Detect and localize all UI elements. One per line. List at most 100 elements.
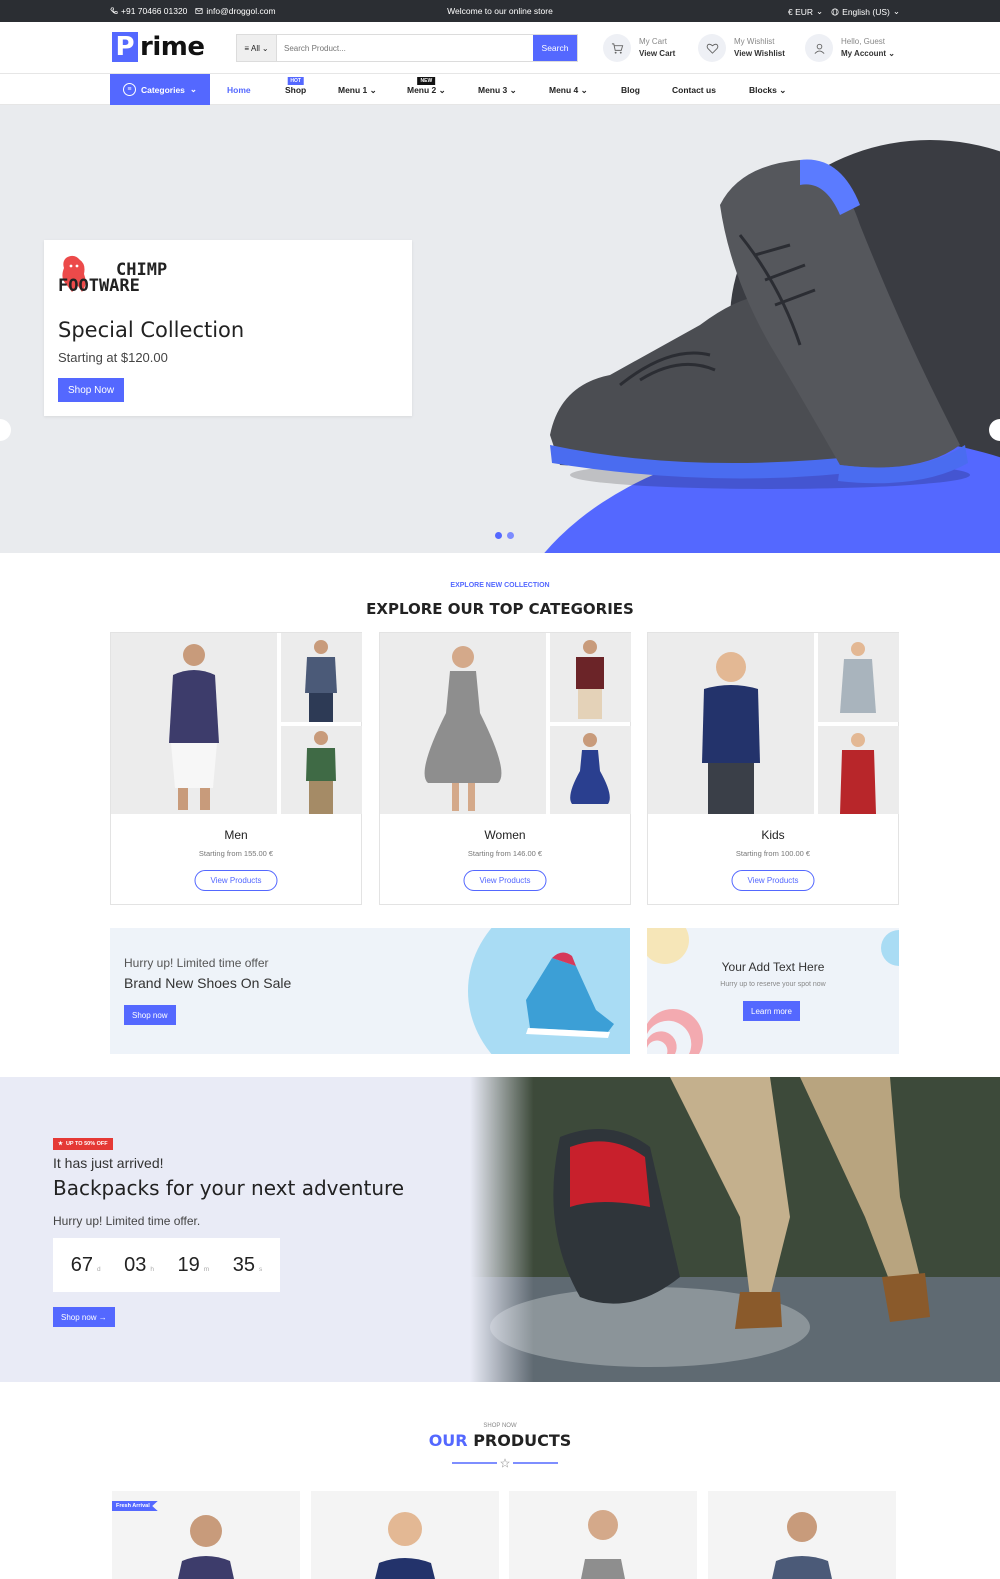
view-products-button[interactable]: View Products <box>731 870 815 891</box>
countdown-minutes: 19 m <box>178 1254 210 1277</box>
greeting-label: Hello, Guest <box>841 37 886 46</box>
chevron-down-icon: ⌄ <box>580 85 588 95</box>
offer-text: Hurry up! Limited time offer. <box>53 1214 201 1228</box>
site-logo[interactable]: P rime <box>112 32 205 62</box>
nav-contact[interactable]: Contact us <box>672 85 716 95</box>
nav-menu-4[interactable]: Menu 4 ⌄ <box>549 85 588 96</box>
category-thumb[interactable] <box>550 633 631 722</box>
promo-subtext: Hurry up to reserve your spot now <box>720 981 826 988</box>
countdown-timer: 67 d 03 h 19 m 35 s <box>53 1238 280 1292</box>
days-value: 67 <box>70 1253 93 1276</box>
language-selector[interactable]: English (US) ⌄ <box>831 6 900 17</box>
category-image[interactable] <box>648 633 814 814</box>
view-products-button[interactable]: View Products <box>463 870 547 891</box>
logo-letter: P <box>112 32 138 62</box>
backpack-banner: ★ UP TO 50% OFF It has just arrived! Bac… <box>0 1077 1000 1382</box>
nav-menu-4-label: Menu 4 <box>549 85 579 95</box>
chevron-down-icon: ⌄ <box>888 49 895 58</box>
my-account-label: My Account <box>841 49 887 58</box>
category-image[interactable] <box>380 633 546 814</box>
search-category-select[interactable]: ≡ All ⌄ <box>237 35 277 61</box>
promo-title: Your Add Text Here <box>721 960 825 974</box>
category-thumb[interactable] <box>281 726 362 814</box>
nav-blog[interactable]: Blog <box>621 85 640 95</box>
sneaker-image <box>468 928 630 1054</box>
menu-lines-icon: ≡ <box>244 43 250 53</box>
star-icon: ★ <box>58 1141 63 1147</box>
arrival-text: It has just arrived! <box>53 1155 164 1171</box>
section-eyebrow: EXPLORE NEW COLLECTION <box>450 582 550 589</box>
account-link[interactable]: Hello, Guest My Account ⌄ <box>805 34 895 62</box>
category-card-kids: Kids Starting from 100.00 € View Product… <box>647 632 899 905</box>
nav-menu-2[interactable]: NEW Menu 2 ⌄ <box>407 77 446 96</box>
section-title: EXPLORE OUR TOP CATEGORIES <box>366 600 634 618</box>
slider-dot-active[interactable] <box>495 532 502 539</box>
promo-title: Brand New Shoes On Sale <box>124 975 292 991</box>
categories-button[interactable]: ≡ Categories ⌄ <box>110 74 210 105</box>
discount-label: UP TO 50% OFF <box>65 1141 108 1147</box>
countdown-seconds: 35 s <box>233 1254 263 1277</box>
header: P rime ≡ All ⌄ Search My Cart View Cart … <box>0 22 1000 74</box>
category-thumb[interactable] <box>818 726 899 814</box>
category-thumb[interactable] <box>550 726 631 814</box>
minutes-value: 19 <box>177 1253 200 1276</box>
chevron-down-icon: ⌄ <box>509 85 517 95</box>
wishlist-link[interactable]: My Wishlist View Wishlist <box>698 34 785 62</box>
cart-link[interactable]: My Cart View Cart <box>603 34 675 62</box>
category-thumb[interactable] <box>818 633 899 722</box>
shop-now-button[interactable]: Shop Now <box>58 378 125 402</box>
category-card-men: Men Starting from 155.00 € View Products <box>110 632 362 905</box>
nav-home[interactable]: Home <box>227 85 251 95</box>
categories-label: Categories <box>140 84 185 95</box>
countdown-days: 67 d <box>71 1254 101 1277</box>
slider-dot[interactable] <box>507 532 514 539</box>
nav-shop-label: Shop <box>285 85 307 95</box>
hot-badge: HOT <box>287 77 304 85</box>
search-button[interactable]: Search <box>533 35 577 61</box>
currency-label: € EUR <box>787 6 814 17</box>
nav-shop[interactable]: HOT Shop <box>285 77 307 95</box>
user-icon <box>805 34 833 62</box>
fresh-arrival-badge: Fresh Arrival <box>112 1501 158 1511</box>
nav-menu-2-label: Menu 2 <box>407 85 437 95</box>
chevron-down-icon: ⌄ <box>369 85 377 95</box>
products-title-accent: OUR <box>428 1431 468 1450</box>
hours-value: 03 <box>124 1253 147 1276</box>
seconds-label: s <box>258 1265 263 1273</box>
view-products-button[interactable]: View Products <box>194 870 278 891</box>
chevron-down-icon: ⌄ <box>189 84 198 94</box>
search-bar: ≡ All ⌄ Search <box>236 34 578 62</box>
brand-logo: CHIMP FOOTWARE <box>58 254 167 295</box>
language-label: English (US) <box>842 6 890 17</box>
shop-now-button[interactable]: Shop now → <box>53 1307 115 1327</box>
product-card[interactable] <box>509 1491 697 1579</box>
nav-menu-3[interactable]: Menu 3 ⌄ <box>478 85 517 96</box>
currency-selector[interactable]: € EUR ⌄ <box>788 6 823 17</box>
products-title: OUR PRODUCTS <box>0 1431 1000 1450</box>
hours-label: h <box>150 1265 155 1273</box>
category-thumb[interactable] <box>281 633 362 722</box>
banner-title: Backpacks for your next adventure <box>53 1176 405 1200</box>
promo-banner-text: Your Add Text Here Hurry up to reserve y… <box>647 928 899 1054</box>
globe-icon <box>831 7 839 16</box>
view-cart-label: View Cart <box>639 49 676 58</box>
promo-banner-shoes: Hurry up! Limited time offer Brand New S… <box>110 928 630 1054</box>
chevron-down-icon: ⌄ <box>261 43 269 53</box>
category-image[interactable] <box>111 633 277 814</box>
nav-blocks[interactable]: Blocks ⌄ <box>749 85 786 96</box>
product-card[interactable]: Fresh Arrival <box>112 1491 300 1579</box>
days-label: d <box>97 1265 101 1273</box>
shoe-image <box>550 159 970 489</box>
search-input[interactable] <box>277 35 533 61</box>
product-card[interactable] <box>311 1491 499 1579</box>
chevron-down-icon: ⌄ <box>816 6 824 16</box>
shop-now-button[interactable]: Shop now <box>124 1005 176 1025</box>
nav-blocks-label: Blocks <box>749 85 777 95</box>
topbar: +91 70466 01320 info@droggol.com Welcome… <box>0 0 1000 22</box>
cart-label: My Cart <box>639 37 667 46</box>
view-wishlist-label: View Wishlist <box>734 49 785 58</box>
product-card[interactable] <box>708 1491 896 1579</box>
learn-more-button[interactable]: Learn more <box>743 1001 800 1021</box>
nav-menu-1[interactable]: Menu 1 ⌄ <box>338 85 377 96</box>
decorative-shapes <box>647 928 899 1054</box>
